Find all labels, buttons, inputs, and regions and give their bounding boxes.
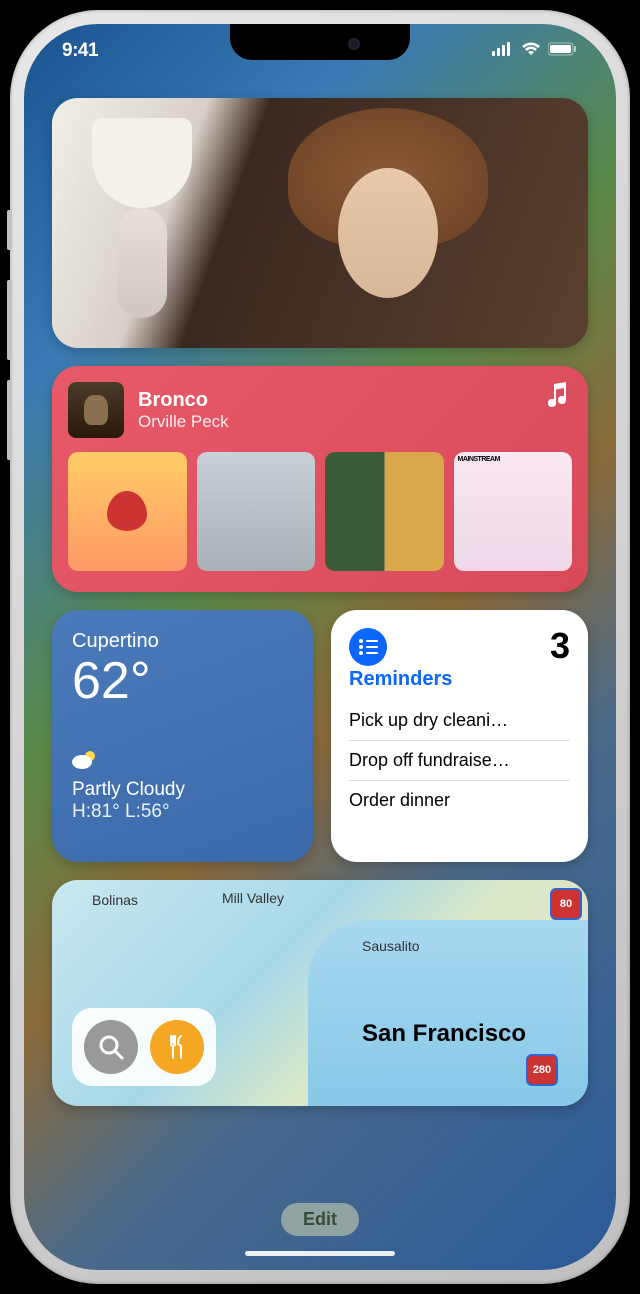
map-action-buttons	[72, 1008, 216, 1086]
album-suggestion-2[interactable]	[197, 452, 316, 571]
weather-temperature: 62°	[72, 653, 293, 710]
map-label-sausalito: Sausalito	[362, 938, 420, 954]
album-suggestion-4[interactable]	[454, 452, 573, 571]
reminder-item-3[interactable]: Order dinner	[349, 781, 570, 820]
photo-content	[72, 118, 212, 318]
photo-subject	[248, 98, 528, 348]
map-search-button[interactable]	[84, 1020, 138, 1074]
interstate-shield-280: 280	[526, 1054, 558, 1086]
music-widget[interactable]: Bronco Orville Peck	[52, 366, 588, 592]
reminders-widget[interactable]: 3 Reminders Pick up dry cleani… Drop off…	[331, 610, 588, 862]
volume-up-button	[7, 280, 12, 360]
weather-widget[interactable]: Cupertino 62° Partly Cloudy H:81° L:56°	[52, 610, 313, 862]
album-suggestion-1[interactable]	[68, 452, 187, 571]
reminder-item-1[interactable]: Pick up dry cleani…	[349, 701, 570, 741]
weather-condition: Partly Cloudy	[72, 779, 293, 801]
interstate-shield-80: 80	[550, 888, 582, 920]
wifi-icon	[521, 42, 541, 61]
now-playing-art	[68, 382, 124, 438]
partly-cloudy-icon	[72, 748, 100, 775]
album-suggestion-3[interactable]	[325, 452, 444, 571]
battery-icon	[548, 42, 578, 61]
cellular-icon	[492, 42, 514, 61]
fork-knife-icon	[163, 1033, 191, 1061]
search-icon	[97, 1033, 125, 1061]
track-artist: Orville Peck	[138, 412, 572, 432]
weather-high-low: H:81° L:56°	[72, 801, 293, 823]
map-label-bolinas: Bolinas	[92, 892, 138, 908]
volume-down-button	[7, 380, 12, 460]
weather-city: Cupertino	[72, 630, 293, 653]
edit-button[interactable]: Edit	[281, 1203, 359, 1236]
status-icons	[492, 42, 578, 61]
reminders-list-icon	[349, 628, 387, 666]
mute-switch	[7, 210, 12, 250]
maps-widget[interactable]: Bolinas Mill Valley Sausalito San Franci…	[52, 880, 588, 1106]
notch	[230, 24, 410, 60]
screen: 9:41	[24, 24, 616, 1270]
track-title: Bronco	[138, 389, 572, 412]
reminder-item-2[interactable]: Drop off fundraise…	[349, 741, 570, 781]
map-restaurants-button[interactable]	[150, 1020, 204, 1074]
photos-widget[interactable]	[52, 98, 588, 348]
map-label-sanfrancisco: San Francisco	[362, 1020, 526, 1048]
reminders-title: Reminders	[349, 668, 570, 691]
status-time: 9:41	[62, 40, 98, 62]
music-note-icon	[546, 382, 568, 413]
home-indicator[interactable]	[245, 1251, 395, 1256]
iphone-frame: 9:41	[10, 10, 630, 1284]
map-label-millvalley: Mill Valley	[222, 890, 284, 906]
reminders-count: 3	[550, 628, 570, 664]
